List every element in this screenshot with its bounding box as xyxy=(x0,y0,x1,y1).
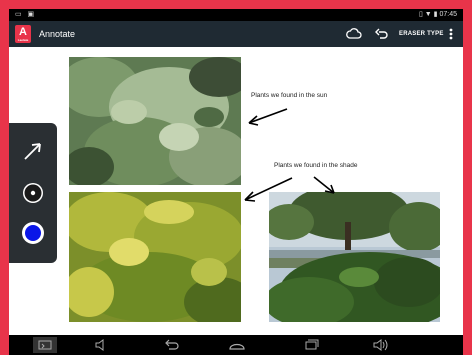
eraser-type-button[interactable]: ERASER TYPE xyxy=(399,21,444,47)
volume-down-icon[interactable] xyxy=(89,337,113,353)
recent-apps-icon[interactable] xyxy=(299,337,323,353)
arrow-to-sun-photo[interactable] xyxy=(248,108,288,126)
app-title: Annotate xyxy=(39,29,76,39)
status-time: 07:45 xyxy=(439,11,457,18)
arrow-to-shade-photo-left[interactable] xyxy=(244,177,293,202)
arrow-tool-icon[interactable] xyxy=(19,137,47,165)
back-icon[interactable] xyxy=(159,337,183,353)
status-right: ▯ ▼ ▮ 07:45 xyxy=(419,11,457,18)
home-icon[interactable] xyxy=(225,337,249,353)
annotation-canvas[interactable]: Plants we found in the sun Plants we fou… xyxy=(9,47,463,335)
system-nav-bar xyxy=(9,335,463,355)
dot-size-icon[interactable] xyxy=(19,179,47,207)
tablet-screen: ▭ ▣ ▯ ▼ ▮ 07:45 A Laolate Annotate ERASER… xyxy=(9,9,463,355)
screenshot-icon[interactable] xyxy=(33,337,57,353)
app-logo: A Laolate xyxy=(15,25,31,43)
app-bar: A Laolate Annotate ERASER TYPE xyxy=(9,21,463,47)
notification-icons: ▭ ▣ xyxy=(15,11,37,18)
arrow-to-shade-photo-right[interactable] xyxy=(313,176,335,194)
volume-up-icon[interactable] xyxy=(369,337,393,353)
tool-panel xyxy=(9,123,57,263)
color-picker-icon[interactable] xyxy=(19,219,47,247)
status-bar: ▭ ▣ ▯ ▼ ▮ 07:45 xyxy=(9,9,463,21)
more-vert-icon[interactable] xyxy=(445,25,457,43)
undo-icon[interactable] xyxy=(373,25,391,43)
annotation-arrows xyxy=(244,108,335,202)
cloud-icon[interactable] xyxy=(345,25,363,43)
